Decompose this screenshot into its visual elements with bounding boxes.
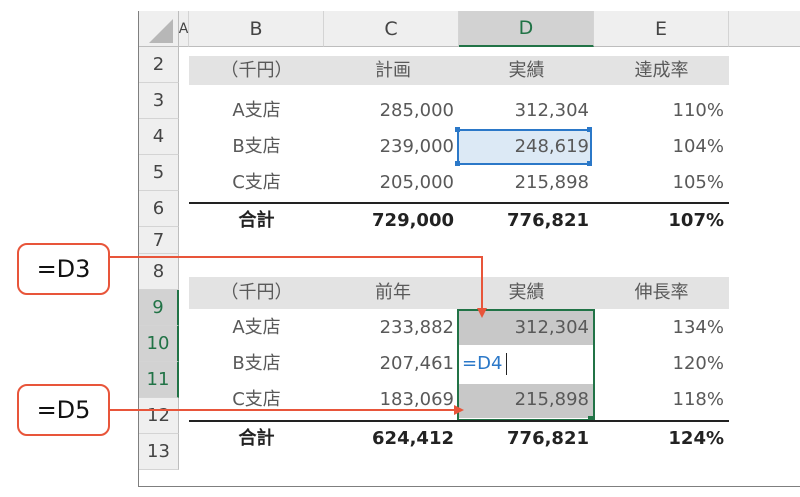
- annotation-arrows: [110, 256, 487, 415]
- callout-d5: =D5: [17, 384, 110, 436]
- callout-d3: =D3: [17, 243, 110, 295]
- arrow-d3: [110, 256, 487, 318]
- callout-text: =D3: [36, 255, 91, 283]
- callout-text: =D5: [36, 396, 91, 424]
